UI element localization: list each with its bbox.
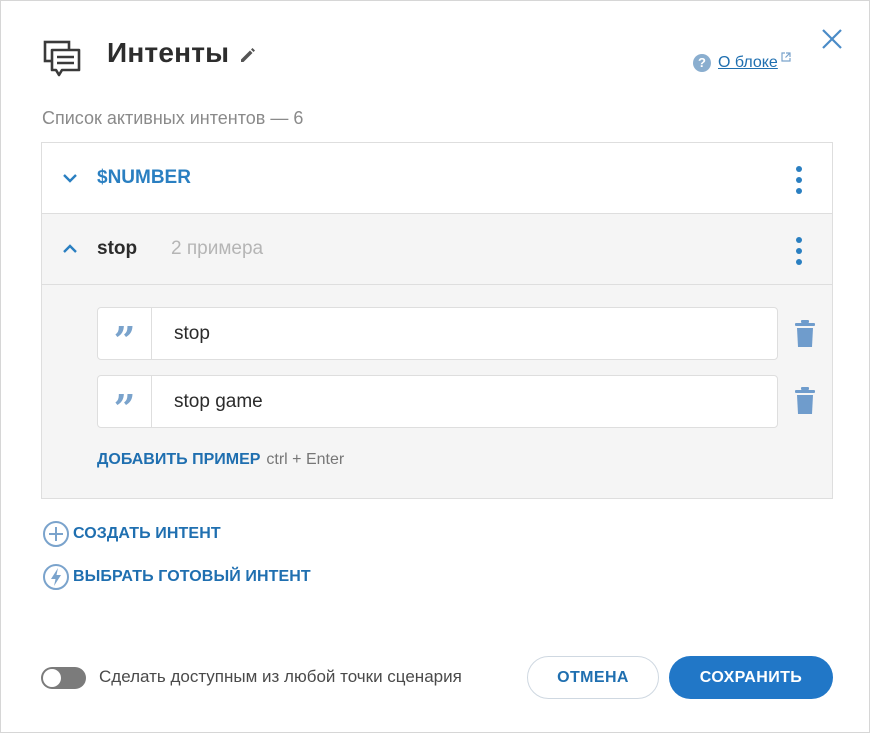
lightning-circle-icon	[43, 564, 69, 590]
about-link[interactable]: О блоке	[718, 54, 778, 72]
chat-icon	[43, 40, 81, 77]
choose-intent-button[interactable]: ВЫБРАТЬ ГОТОВЫЙ ИНТЕНТ	[42, 563, 311, 591]
save-button[interactable]: СОХРАНИТЬ	[669, 656, 833, 699]
toggle-knob	[43, 669, 61, 687]
close-icon[interactable]	[821, 28, 843, 50]
intent-name: $NUMBER	[97, 167, 191, 188]
create-intent-label: СОЗДАТЬ ИНТЕНТ	[73, 525, 221, 542]
question-icon: ?	[693, 54, 711, 72]
intent-name: stop	[97, 238, 138, 259]
intent-list: $NUMBER stop 2 примера ” stop ” stop gam…	[41, 142, 833, 499]
plus-circle-icon	[43, 521, 69, 547]
quote-icon: ”	[113, 385, 136, 431]
choose-intent-label: ВЫБРАТЬ ГОТОВЫЙ ИНТЕНТ	[73, 568, 311, 585]
availability-toggle[interactable]	[41, 667, 86, 689]
example-item[interactable]: ” stop game	[97, 375, 778, 428]
external-link-icon	[781, 52, 791, 62]
example-text[interactable]: stop	[174, 323, 210, 345]
intent-row-number[interactable]: $NUMBER	[42, 143, 832, 214]
quote-icon: ”	[113, 317, 136, 363]
page-title: Интенты	[107, 37, 230, 68]
chevron-down-icon[interactable]	[62, 170, 78, 186]
create-intent-button[interactable]: СОЗДАТЬ ИНТЕНТ	[42, 520, 221, 548]
shortcut-hint: ctrl + Enter	[266, 451, 345, 468]
quote-cell: ”	[98, 376, 152, 427]
chevron-up-icon[interactable]	[62, 241, 78, 257]
pencil-icon[interactable]	[238, 45, 258, 65]
intents-count-label: Список активных интентов — 6	[42, 108, 304, 128]
add-example: ДОБАВИТЬ ПРИМЕР ctrl + Enter	[97, 451, 344, 469]
intent-row-stop[interactable]: stop 2 примера	[42, 214, 832, 285]
trash-icon[interactable]	[794, 387, 816, 415]
more-options-icon[interactable]	[794, 166, 804, 194]
about-block: ? О блоке	[693, 52, 791, 72]
example-text[interactable]: stop game	[174, 391, 263, 413]
trash-icon[interactable]	[794, 320, 816, 348]
toggle-label: Сделать доступным из любой точки сценари…	[99, 667, 462, 686]
examples-panel: ” stop ” stop game ДОБАВИТЬ ПРИМЕР ctrl …	[42, 285, 832, 498]
example-item[interactable]: ” stop	[97, 307, 778, 360]
quote-cell: ”	[98, 308, 152, 359]
examples-count: 2 примера	[171, 238, 264, 259]
more-options-icon[interactable]	[794, 237, 804, 265]
cancel-button[interactable]: ОТМЕНА	[527, 656, 659, 699]
add-example-button[interactable]: ДОБАВИТЬ ПРИМЕР	[97, 451, 260, 468]
intents-dialog: Интенты ? О блоке Список активных интент…	[0, 0, 870, 733]
